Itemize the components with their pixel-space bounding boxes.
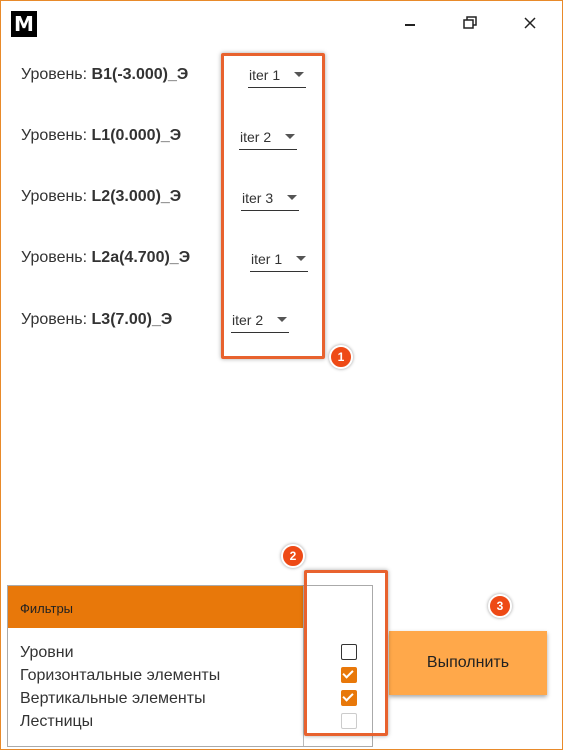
filter-label-levels: Уровни bbox=[20, 644, 74, 661]
annotation-box-dropdowns bbox=[221, 53, 325, 359]
annotation-box-checkboxes bbox=[304, 570, 388, 736]
filters-header: Фильтры bbox=[8, 586, 303, 628]
minimize-button[interactable] bbox=[387, 7, 433, 39]
close-button[interactable] bbox=[507, 7, 553, 39]
close-icon bbox=[524, 17, 536, 29]
level-code: L1(0.000)_Э bbox=[91, 127, 182, 144]
level-label: Уровень: L2(3.000)_Э bbox=[21, 188, 181, 206]
level-prefix: Уровень: bbox=[21, 188, 92, 205]
level-prefix: Уровень: bbox=[21, 249, 92, 266]
filter-label-stairs: Лестницы bbox=[20, 713, 94, 730]
annotation-badge: 3 bbox=[488, 594, 512, 618]
level-prefix: Уровень: bbox=[21, 127, 92, 144]
level-code: L2a(4.700)_Э bbox=[91, 249, 191, 266]
annotation-badge: 1 bbox=[329, 345, 353, 369]
level-prefix: Уровень: bbox=[21, 66, 92, 83]
filters-title: Фильтры bbox=[20, 601, 74, 616]
level-prefix: Уровень: bbox=[21, 311, 92, 328]
restore-icon bbox=[463, 16, 477, 29]
filter-label-horizontal: Горизонтальные элементы bbox=[20, 667, 221, 684]
level-label: Уровень: B1(-3.000)_Э bbox=[21, 66, 188, 84]
level-code: L2(3.000)_Э bbox=[91, 188, 182, 205]
main-window: M Уровень: B1(-3.000)_Э iter 1 Уровень: … bbox=[0, 0, 563, 750]
level-label: Уровень: L2a(4.700)_Э bbox=[21, 249, 190, 267]
run-button[interactable]: Выполнить bbox=[389, 631, 547, 695]
app-logo-icon: M bbox=[11, 11, 37, 37]
level-code: L3(7.00)_Э bbox=[91, 311, 173, 328]
level-code: B1(-3.000)_Э bbox=[91, 66, 189, 83]
minimize-icon bbox=[405, 24, 415, 26]
level-label: Уровень: L3(7.00)_Э bbox=[21, 311, 172, 329]
annotation-badge: 2 bbox=[281, 544, 305, 568]
level-label: Уровень: L1(0.000)_Э bbox=[21, 127, 181, 145]
restore-button[interactable] bbox=[447, 7, 493, 39]
filter-label-vertical: Вертикальные элементы bbox=[20, 690, 206, 707]
